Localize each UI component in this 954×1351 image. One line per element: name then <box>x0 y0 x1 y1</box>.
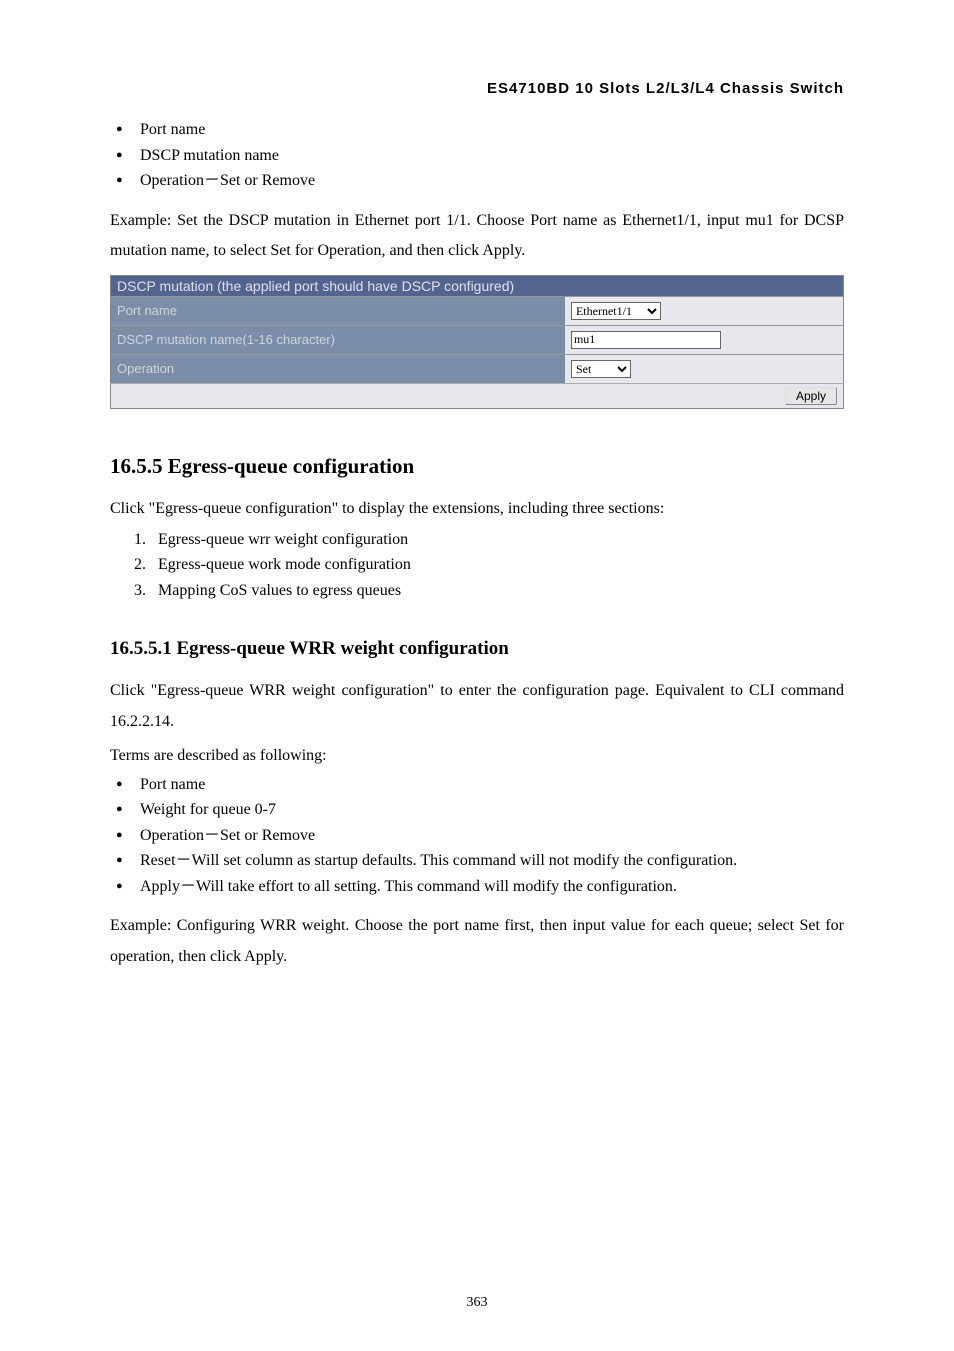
list-item: Egress-queue work mode configuration <box>150 552 844 578</box>
page-number: 363 <box>0 1295 954 1311</box>
section-heading-1655: 16.5.5 Egress-queue configuration <box>110 454 844 479</box>
list-item: Port name <box>140 117 844 143</box>
operation-select[interactable]: Set <box>571 360 631 378</box>
list-item: DSCP mutation name <box>140 143 844 169</box>
list-item: Mapping CoS values to egress queues <box>150 578 844 604</box>
list-item: Apply－Will take effort to all setting. T… <box>140 874 844 900</box>
list-item: Operation－Set or Remove <box>140 168 844 194</box>
page-header-title: ES4710BD 10 Slots L2/L3/L4 Chassis Switc… <box>110 80 844 97</box>
wrr-example-paragraph: Example: Configuring WRR weight. Choose … <box>110 911 844 972</box>
terms-intro: Terms are described as following: <box>110 745 844 767</box>
list-item: Port name <box>140 772 844 798</box>
apply-button[interactable]: Apply <box>785 387 837 405</box>
operation-label: Operation <box>111 354 565 383</box>
egress-sections-list: Egress-queue wrr weight configuration Eg… <box>110 527 844 604</box>
portname-label: Port name <box>111 296 565 325</box>
example-paragraph: Example: Set the DSCP mutation in Ethern… <box>110 206 844 267</box>
list-item: Egress-queue wrr weight configuration <box>150 527 844 553</box>
list-item: Reset－Will set column as startup default… <box>140 848 844 874</box>
mutation-name-label: DSCP mutation name(1-16 character) <box>111 325 565 354</box>
terms-bullet-list: Port name Weight for queue 0-7 Operation… <box>110 772 844 900</box>
intro-bullet-list: Port name DSCP mutation name Operation－S… <box>110 117 844 194</box>
mutation-name-input[interactable] <box>571 331 721 349</box>
list-item: Weight for queue 0-7 <box>140 797 844 823</box>
form-title: DSCP mutation (the applied port should h… <box>111 275 844 296</box>
list-item: Operation－Set or Remove <box>140 823 844 849</box>
subsection-para: Click "Egress-queue WRR weight configura… <box>110 676 844 737</box>
section-heading-16551: 16.5.5.1 Egress-queue WRR weight configu… <box>110 638 844 660</box>
dscp-mutation-form: DSCP mutation (the applied port should h… <box>110 275 844 409</box>
section-intro: Click "Egress-queue configuration" to di… <box>110 497 844 521</box>
portname-select[interactable]: Ethernet1/1 <box>571 302 661 320</box>
